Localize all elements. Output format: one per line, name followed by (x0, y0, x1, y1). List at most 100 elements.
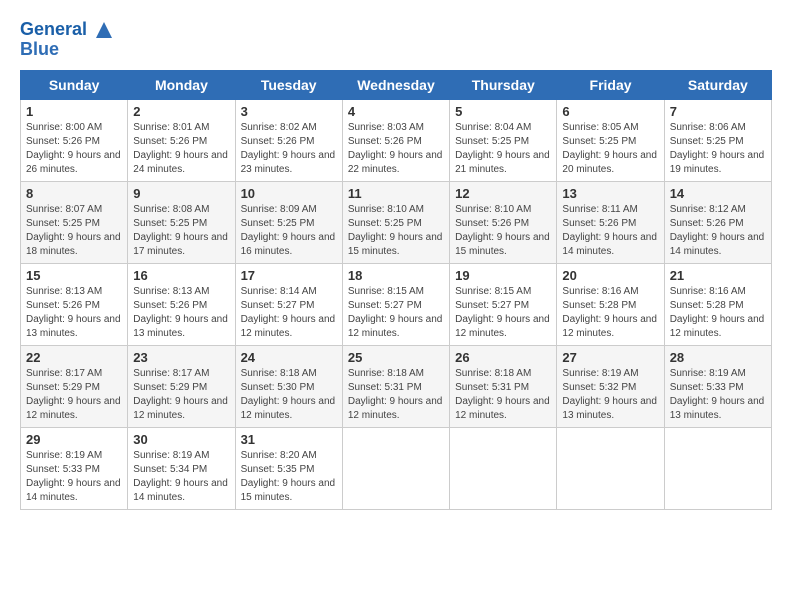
day-number: 20 (562, 268, 658, 283)
day-number: 4 (348, 104, 444, 119)
calendar-cell: 19 Sunrise: 8:15 AM Sunset: 5:27 PM Dayl… (450, 264, 557, 346)
day-info: Sunrise: 8:01 AM Sunset: 5:26 PM Dayligh… (133, 121, 229, 177)
day-info: Sunrise: 8:11 AM Sunset: 5:26 PM Dayligh… (562, 203, 658, 259)
calendar-cell: 30 Sunrise: 8:19 AM Sunset: 5:34 PM Dayl… (128, 428, 235, 510)
calendar-cell: 21 Sunrise: 8:16 AM Sunset: 5:28 PM Dayl… (664, 264, 771, 346)
calendar-cell: 24 Sunrise: 8:18 AM Sunset: 5:30 PM Dayl… (235, 346, 342, 428)
calendar-cell: 23 Sunrise: 8:17 AM Sunset: 5:29 PM Dayl… (128, 346, 235, 428)
day-info: Sunrise: 8:04 AM Sunset: 5:25 PM Dayligh… (455, 121, 551, 177)
calendar-cell: 16 Sunrise: 8:13 AM Sunset: 5:26 PM Dayl… (128, 264, 235, 346)
calendar-cell: 10 Sunrise: 8:09 AM Sunset: 5:25 PM Dayl… (235, 182, 342, 264)
day-info: Sunrise: 8:12 AM Sunset: 5:26 PM Dayligh… (670, 203, 766, 259)
day-number: 2 (133, 104, 229, 119)
day-info: Sunrise: 8:18 AM Sunset: 5:31 PM Dayligh… (348, 367, 444, 423)
day-info: Sunrise: 8:06 AM Sunset: 5:25 PM Dayligh… (670, 121, 766, 177)
calendar-cell: 15 Sunrise: 8:13 AM Sunset: 5:26 PM Dayl… (21, 264, 128, 346)
calendar-cell: 2 Sunrise: 8:01 AM Sunset: 5:26 PM Dayli… (128, 100, 235, 182)
calendar-cell: 20 Sunrise: 8:16 AM Sunset: 5:28 PM Dayl… (557, 264, 664, 346)
calendar-week-row: 29 Sunrise: 8:19 AM Sunset: 5:33 PM Dayl… (21, 428, 772, 510)
header-wednesday: Wednesday (342, 71, 449, 100)
day-info: Sunrise: 8:03 AM Sunset: 5:26 PM Dayligh… (348, 121, 444, 177)
header-friday: Friday (557, 71, 664, 100)
day-info: Sunrise: 8:13 AM Sunset: 5:26 PM Dayligh… (133, 285, 229, 341)
calendar-week-row: 1 Sunrise: 8:00 AM Sunset: 5:26 PM Dayli… (21, 100, 772, 182)
calendar-cell: 13 Sunrise: 8:11 AM Sunset: 5:26 PM Dayl… (557, 182, 664, 264)
day-info: Sunrise: 8:00 AM Sunset: 5:26 PM Dayligh… (26, 121, 122, 177)
day-info: Sunrise: 8:17 AM Sunset: 5:29 PM Dayligh… (26, 367, 122, 423)
calendar-week-row: 15 Sunrise: 8:13 AM Sunset: 5:26 PM Dayl… (21, 264, 772, 346)
calendar-cell: 27 Sunrise: 8:19 AM Sunset: 5:32 PM Dayl… (557, 346, 664, 428)
calendar-cell: 25 Sunrise: 8:18 AM Sunset: 5:31 PM Dayl… (342, 346, 449, 428)
day-number: 31 (241, 432, 337, 447)
day-number: 14 (670, 186, 766, 201)
calendar-cell: 3 Sunrise: 8:02 AM Sunset: 5:26 PM Dayli… (235, 100, 342, 182)
calendar-cell (342, 428, 449, 510)
day-number: 10 (241, 186, 337, 201)
calendar-cell: 14 Sunrise: 8:12 AM Sunset: 5:26 PM Dayl… (664, 182, 771, 264)
day-number: 16 (133, 268, 229, 283)
day-number: 3 (241, 104, 337, 119)
day-number: 1 (26, 104, 122, 119)
day-number: 24 (241, 350, 337, 365)
day-number: 29 (26, 432, 122, 447)
header-saturday: Saturday (664, 71, 771, 100)
header-thursday: Thursday (450, 71, 557, 100)
day-info: Sunrise: 8:14 AM Sunset: 5:27 PM Dayligh… (241, 285, 337, 341)
day-number: 7 (670, 104, 766, 119)
day-info: Sunrise: 8:10 AM Sunset: 5:25 PM Dayligh… (348, 203, 444, 259)
day-info: Sunrise: 8:20 AM Sunset: 5:35 PM Dayligh… (241, 449, 337, 505)
day-number: 26 (455, 350, 551, 365)
calendar-cell: 29 Sunrise: 8:19 AM Sunset: 5:33 PM Dayl… (21, 428, 128, 510)
day-number: 23 (133, 350, 229, 365)
calendar-cell: 22 Sunrise: 8:17 AM Sunset: 5:29 PM Dayl… (21, 346, 128, 428)
day-number: 18 (348, 268, 444, 283)
day-number: 22 (26, 350, 122, 365)
calendar-cell: 17 Sunrise: 8:14 AM Sunset: 5:27 PM Dayl… (235, 264, 342, 346)
day-info: Sunrise: 8:19 AM Sunset: 5:34 PM Dayligh… (133, 449, 229, 505)
day-info: Sunrise: 8:02 AM Sunset: 5:26 PM Dayligh… (241, 121, 337, 177)
day-number: 19 (455, 268, 551, 283)
day-number: 8 (26, 186, 122, 201)
day-info: Sunrise: 8:19 AM Sunset: 5:33 PM Dayligh… (26, 449, 122, 505)
day-info: Sunrise: 8:10 AM Sunset: 5:26 PM Dayligh… (455, 203, 551, 259)
calendar-cell: 18 Sunrise: 8:15 AM Sunset: 5:27 PM Dayl… (342, 264, 449, 346)
calendar-table: Sunday Monday Tuesday Wednesday Thursday… (20, 70, 772, 510)
calendar-cell: 5 Sunrise: 8:04 AM Sunset: 5:25 PM Dayli… (450, 100, 557, 182)
day-info: Sunrise: 8:19 AM Sunset: 5:32 PM Dayligh… (562, 367, 658, 423)
day-number: 27 (562, 350, 658, 365)
calendar-cell: 11 Sunrise: 8:10 AM Sunset: 5:25 PM Dayl… (342, 182, 449, 264)
day-info: Sunrise: 8:18 AM Sunset: 5:31 PM Dayligh… (455, 367, 551, 423)
day-info: Sunrise: 8:15 AM Sunset: 5:27 PM Dayligh… (455, 285, 551, 341)
day-info: Sunrise: 8:13 AM Sunset: 5:26 PM Dayligh… (26, 285, 122, 341)
header-monday: Monday (128, 71, 235, 100)
day-number: 25 (348, 350, 444, 365)
calendar-cell: 12 Sunrise: 8:10 AM Sunset: 5:26 PM Dayl… (450, 182, 557, 264)
day-info: Sunrise: 8:17 AM Sunset: 5:29 PM Dayligh… (133, 367, 229, 423)
day-info: Sunrise: 8:07 AM Sunset: 5:25 PM Dayligh… (26, 203, 122, 259)
day-number: 30 (133, 432, 229, 447)
calendar-cell (450, 428, 557, 510)
day-info: Sunrise: 8:16 AM Sunset: 5:28 PM Dayligh… (670, 285, 766, 341)
day-number: 5 (455, 104, 551, 119)
logo-text: General Blue (20, 20, 114, 60)
page-header: General Blue (20, 20, 772, 60)
day-info: Sunrise: 8:16 AM Sunset: 5:28 PM Dayligh… (562, 285, 658, 341)
day-info: Sunrise: 8:18 AM Sunset: 5:30 PM Dayligh… (241, 367, 337, 423)
day-info: Sunrise: 8:15 AM Sunset: 5:27 PM Dayligh… (348, 285, 444, 341)
calendar-cell: 9 Sunrise: 8:08 AM Sunset: 5:25 PM Dayli… (128, 182, 235, 264)
header-sunday: Sunday (21, 71, 128, 100)
day-number: 6 (562, 104, 658, 119)
calendar-cell: 1 Sunrise: 8:00 AM Sunset: 5:26 PM Dayli… (21, 100, 128, 182)
calendar-cell: 4 Sunrise: 8:03 AM Sunset: 5:26 PM Dayli… (342, 100, 449, 182)
calendar-cell: 26 Sunrise: 8:18 AM Sunset: 5:31 PM Dayl… (450, 346, 557, 428)
calendar-cell: 7 Sunrise: 8:06 AM Sunset: 5:25 PM Dayli… (664, 100, 771, 182)
calendar-cell: 28 Sunrise: 8:19 AM Sunset: 5:33 PM Dayl… (664, 346, 771, 428)
logo: General Blue (20, 20, 114, 60)
calendar-cell: 31 Sunrise: 8:20 AM Sunset: 5:35 PM Dayl… (235, 428, 342, 510)
day-number: 9 (133, 186, 229, 201)
calendar-cell: 8 Sunrise: 8:07 AM Sunset: 5:25 PM Dayli… (21, 182, 128, 264)
day-info: Sunrise: 8:05 AM Sunset: 5:25 PM Dayligh… (562, 121, 658, 177)
calendar-week-row: 8 Sunrise: 8:07 AM Sunset: 5:25 PM Dayli… (21, 182, 772, 264)
calendar-cell: 6 Sunrise: 8:05 AM Sunset: 5:25 PM Dayli… (557, 100, 664, 182)
day-info: Sunrise: 8:08 AM Sunset: 5:25 PM Dayligh… (133, 203, 229, 259)
